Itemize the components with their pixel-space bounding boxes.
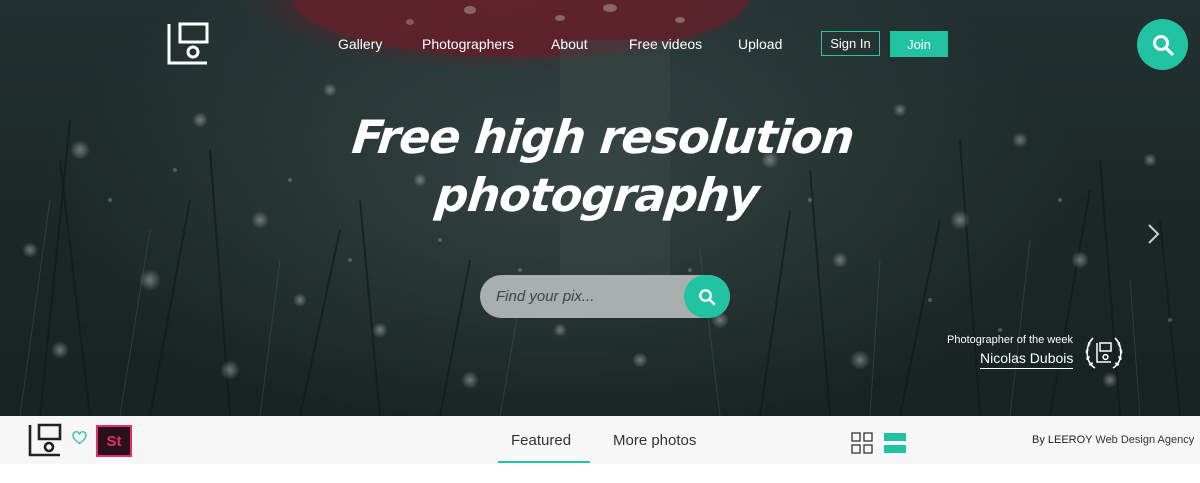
photographer-of-week-label: Photographer of the week [947,334,1073,346]
agency-credit[interactable]: By LEEROY Web Design Agency [1032,434,1194,446]
hero-headline-line2: photography [433,168,761,222]
grid-view-icon[interactable] [851,432,873,454]
nav-gallery[interactable]: Gallery [338,36,382,52]
hero-headline-line1: Free high resolution [349,110,857,164]
credit-suffix: Web Design Agency [1092,434,1195,446]
sign-in-button[interactable]: Sign In [821,31,880,56]
picjumbo-logo-icon[interactable] [166,22,210,66]
list-view-icon[interactable] [884,432,906,454]
picjumbo-logo-icon[interactable] [28,423,62,457]
laurel-badge-icon [1085,337,1123,369]
photographer-of-week-name[interactable]: Nicolas Dubois [980,350,1074,369]
hero-headline: Free high resolution photography [294,108,906,224]
tab-more-photos[interactable]: More photos [613,432,696,449]
adobe-stock-badge[interactable]: St [96,425,132,457]
active-tab-indicator [498,461,590,463]
search-icon [699,288,716,305]
nav-free-videos[interactable]: Free videos [629,36,702,52]
bottom-toolbar [0,416,1200,464]
join-button[interactable]: Join [890,31,948,57]
chevron-right-icon[interactable] [1146,222,1162,246]
search-submit-button[interactable] [684,275,730,318]
hero-search-box [480,275,730,318]
heart-icon[interactable] [72,431,87,445]
search-input[interactable] [496,275,676,318]
nav-about[interactable]: About [551,36,588,52]
nav-upload[interactable]: Upload [738,36,782,52]
credit-prefix: By LEEROY [1032,434,1093,446]
search-icon [1152,34,1174,56]
tab-featured[interactable]: Featured [511,432,571,449]
top-search-button[interactable] [1137,19,1188,70]
nav-photographers[interactable]: Photographers [422,36,514,52]
